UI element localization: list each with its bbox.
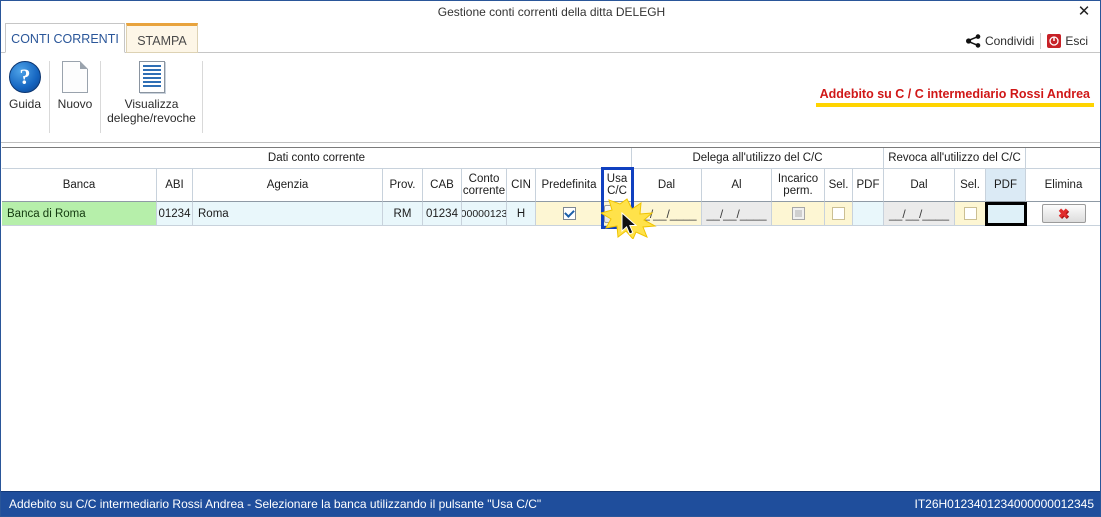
col-header-conto-line1: Conto (469, 173, 500, 185)
col-header-predefinita[interactable]: Predefinita (536, 169, 603, 202)
col-header-dal-delega[interactable]: Dal (632, 169, 702, 202)
col-header-cab[interactable]: CAB (423, 169, 462, 202)
cell-prov[interactable]: RM (383, 202, 423, 226)
share-button[interactable]: Condividi (960, 33, 1040, 49)
cell-agenzia[interactable]: Roma (193, 202, 383, 226)
cell-banca[interactable]: Banca di Roma (2, 202, 157, 226)
col-header-conto-corrente[interactable]: Conto corrente (462, 169, 507, 202)
cell-cab[interactable]: 01234 (423, 202, 462, 226)
notice-banner: Addebito su C / C intermediario Rossi An… (816, 87, 1094, 107)
tab-conti-correnti[interactable]: CONTI CORRENTI (5, 23, 125, 53)
tab-stampa[interactable]: STAMPA (126, 23, 198, 53)
incarico-perm-checkbox[interactable] (792, 207, 805, 220)
table-row[interactable]: Banca di Roma 01234 Roma RM 01234 000000… (2, 202, 1101, 226)
cell-pdf-revoca[interactable] (986, 202, 1026, 226)
col-header-pdf-delega[interactable]: PDF (853, 169, 884, 202)
tab-strip: CONTI CORRENTI STAMPA (1, 23, 1101, 53)
col-header-usacc-line2: C/C (607, 185, 627, 197)
nuovo-button[interactable]: Nuovo (53, 56, 97, 140)
cell-abi[interactable]: 01234 (157, 202, 193, 226)
group-header-delega: Delega all'utilizzo del C/C (632, 148, 884, 169)
dal-revoca-value[interactable]: __/__/____ (889, 208, 949, 220)
ribbon-separator-2 (100, 61, 101, 133)
predefinita-checkbox[interactable] (563, 207, 576, 220)
accounts-grid: Dati conto corrente Delega all'utilizzo … (2, 147, 1101, 491)
dal-delega-value[interactable]: __/__/____ (636, 208, 696, 220)
group-header-dati-conto: Dati conto corrente (2, 148, 632, 169)
status-bar: Addebito su C/C intermediario Rossi Andr… (1, 491, 1101, 516)
guida-label: Guida (9, 97, 41, 111)
group-header-spacer (1026, 148, 1101, 169)
cell-conto-corrente[interactable]: 000000012345 (462, 202, 507, 226)
cell-predefinita[interactable] (536, 202, 603, 226)
grid-group-header-row: Dati conto corrente Delega all'utilizzo … (2, 148, 1101, 169)
col-header-incarico-line1: Incarico (778, 173, 818, 185)
title-bar: Gestione conti correnti della ditta DELE… (1, 1, 1101, 23)
cell-pdf-delega[interactable] (853, 202, 884, 226)
elimina-button[interactable]: ✖ (1042, 204, 1086, 223)
col-header-conto-line2: corrente (463, 185, 505, 197)
view-list-icon (139, 61, 165, 93)
window-actions: Condividi Esci (960, 30, 1094, 52)
cell-cin[interactable]: H (507, 202, 536, 226)
close-icon[interactable]: ✕ (1070, 2, 1098, 22)
help-icon: ? (9, 61, 41, 93)
col-header-banca[interactable]: Banca (2, 169, 157, 202)
cell-usa-cc[interactable]: ... (603, 202, 632, 226)
window-title: Gestione conti correnti della ditta DELE… (1, 1, 1101, 23)
col-header-usacc-line1: Usa (607, 173, 627, 185)
cell-al-delega[interactable]: __/__/____ (702, 202, 772, 226)
ribbon-separator-3 (202, 61, 203, 133)
col-header-prov[interactable]: Prov. (383, 169, 423, 202)
application-window: Gestione conti correnti della ditta DELE… (0, 0, 1101, 517)
col-header-dal-revoca[interactable]: Dal (884, 169, 955, 202)
col-header-al-delega[interactable]: Al (702, 169, 772, 202)
col-header-sel-delega[interactable]: Sel. (825, 169, 853, 202)
group-header-revoca: Revoca all'utilizzo del C/C (884, 148, 1026, 169)
col-header-agenzia[interactable]: Agenzia (193, 169, 383, 202)
col-header-sel-revoca[interactable]: Sel. (955, 169, 986, 202)
exit-label: Esci (1065, 34, 1088, 48)
col-header-abi[interactable]: ABI (157, 169, 193, 202)
col-header-pdf-revoca[interactable]: PDF (986, 169, 1026, 202)
new-document-icon (62, 61, 88, 93)
cell-sel-revoca[interactable] (955, 202, 986, 226)
visualizza-label-line2: deleghe/revoche (107, 111, 196, 125)
delete-x-icon: ✖ (1058, 207, 1069, 220)
col-header-usa-cc[interactable]: Usa C/C (603, 169, 632, 202)
share-icon (966, 34, 981, 48)
guida-button[interactable]: ? Guida (3, 56, 47, 140)
ribbon-separator-1 (49, 61, 50, 133)
cell-dal-revoca[interactable]: __/__/____ (884, 202, 955, 226)
al-delega-value[interactable]: __/__/____ (706, 208, 766, 220)
cell-incarico-perm[interactable] (772, 202, 825, 226)
visualizza-label-line1: Visualizza (125, 97, 179, 111)
visualizza-deleghe-revoche-button[interactable]: Visualizza deleghe/revoche (104, 56, 199, 140)
col-header-elimina[interactable]: Elimina (1026, 169, 1101, 202)
status-iban: IT26H0123401234000000012345 (914, 497, 1094, 511)
cell-elimina[interactable]: ✖ (1026, 202, 1101, 226)
exit-icon (1047, 34, 1061, 48)
share-label: Condividi (985, 34, 1034, 48)
col-header-incarico-perm[interactable]: Incarico perm. (772, 169, 825, 202)
usa-cc-button[interactable]: ... (604, 205, 630, 223)
col-header-incarico-line2: perm. (783, 185, 812, 197)
nuovo-label: Nuovo (58, 97, 93, 111)
sel-delega-checkbox[interactable] (832, 207, 845, 220)
status-message: Addebito su C/C intermediario Rossi Andr… (9, 497, 541, 511)
grid-column-header-row: Banca ABI Agenzia Prov. CAB Conto corren… (2, 169, 1101, 202)
exit-button[interactable]: Esci (1040, 33, 1094, 49)
col-header-cin[interactable]: CIN (507, 169, 536, 202)
cell-sel-delega[interactable] (825, 202, 853, 226)
cell-dal-delega[interactable]: __/__/____ (632, 202, 702, 226)
sel-revoca-checkbox[interactable] (964, 207, 977, 220)
